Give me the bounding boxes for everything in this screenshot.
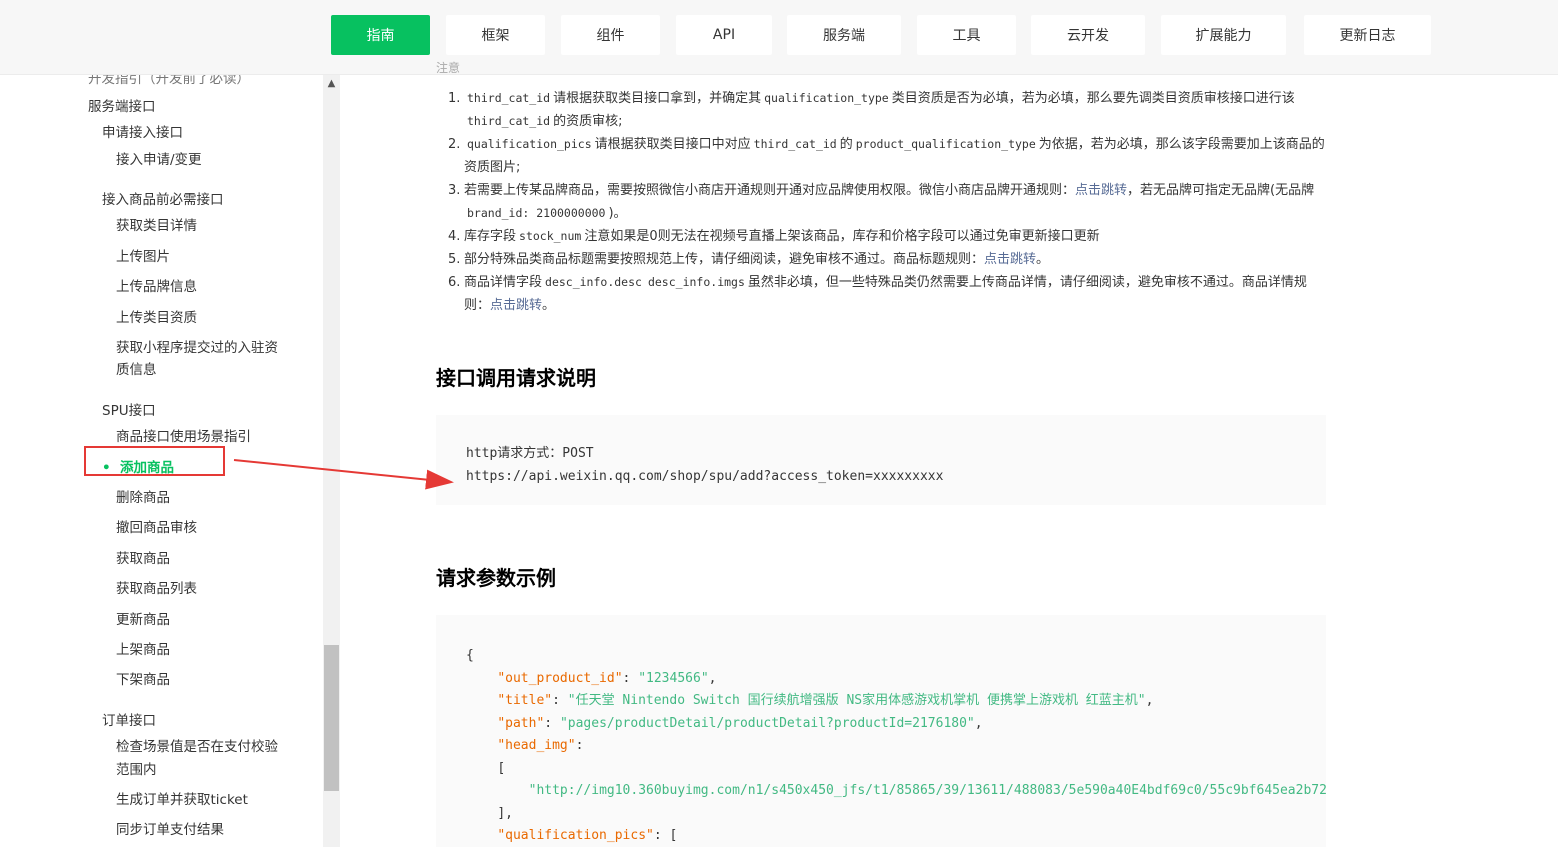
- sidebar-item-get-settle-info-cont[interactable]: 质信息: [116, 358, 157, 378]
- note-text: 库存字段: [464, 229, 517, 244]
- code-line: ],: [497, 805, 513, 821]
- request-method-line: http请求方式：POST: [466, 446, 594, 461]
- nav-tab-tools[interactable]: 工具: [917, 15, 1016, 55]
- code-line: [: [497, 760, 506, 776]
- scroll-up-icon[interactable]: ▲: [323, 78, 340, 90]
- note-text: 。: [542, 298, 556, 313]
- note-text: 类目资质是否为必填，若为必填，那么要先调类目资质审核接口进行该: [891, 91, 1295, 106]
- note-number: 3.: [448, 183, 461, 198]
- sidebar-item-upload-brand[interactable]: 上传品牌信息: [116, 275, 197, 295]
- code-line: "head_img":: [497, 738, 584, 753]
- sidebar-scrollbar[interactable]: ▲: [323, 75, 340, 847]
- note-text: 若需要上传某品牌商品，需要按照微信小商店开通规则开通对应品牌使用权限。微信小商店…: [464, 183, 1076, 198]
- example-code-block: { "out_product_id": "1234566", "title": …: [436, 615, 1326, 847]
- sidebar-group-spu[interactable]: SPU接口: [102, 399, 156, 419]
- sidebar-item-revoke-audit[interactable]: 撤回商品审核: [116, 516, 197, 536]
- sidebar-item-check-scene-cont[interactable]: 范围内: [116, 758, 157, 778]
- jump-link[interactable]: 点击跳转: [490, 298, 542, 313]
- inline-code: qualification_type: [764, 91, 889, 105]
- section-title-request: 接口调用请求说明: [436, 366, 596, 390]
- note-text: )。: [608, 206, 627, 221]
- note-text: ，若无品牌可指定无品牌(无品牌: [1127, 183, 1315, 198]
- code-line: "path": "pages/productDetail/productDeta…: [497, 715, 983, 731]
- cut-heading: 注意: [436, 61, 461, 75]
- sidebar-item-category-detail[interactable]: 获取类目详情: [116, 214, 197, 234]
- nav-tab-framework[interactable]: 框架: [446, 15, 545, 55]
- nav-tab-components[interactable]: 组件: [561, 15, 660, 55]
- note-number: 5.: [448, 252, 461, 267]
- sidebar-item-required-apis[interactable]: 接入商品前必需接口: [102, 188, 224, 208]
- jump-link[interactable]: 点击跳转: [984, 252, 1036, 267]
- sidebar-item-apply-change[interactable]: 接入申请/变更: [116, 148, 202, 168]
- inline-code: brand_id: 2100000000: [467, 206, 606, 220]
- note-item: 4. 库存字段 stock_num 注意如果是0则无法在视频号直播上架该商品，库存和价…: [436, 225, 1326, 248]
- sidebar-item-delete-product[interactable]: 删除商品: [116, 486, 170, 506]
- nav-tab-guide[interactable]: 指南: [331, 15, 430, 55]
- sidebar-item-apply-access[interactable]: 申请接入接口: [102, 121, 183, 141]
- scrollbar-thumb[interactable]: [324, 645, 339, 791]
- sidebar-item-upload-qualification[interactable]: 上传类目资质: [116, 306, 197, 326]
- note-item: 6. 商品详情字段 desc_info.desc desc_info.imgs 虽然非必…: [436, 271, 1326, 317]
- sidebar-group-order[interactable]: 订单接口: [102, 709, 156, 729]
- request-url-line: https://api.weixin.qq.com/shop/spu/add?a…: [466, 468, 944, 484]
- note-text: 。: [1036, 252, 1050, 267]
- annotation-highlight-box: [84, 446, 225, 476]
- note-text: 注意如果是0则无法在视频号直播上架该商品，库存和价格字段可以通过免审更新接口更新: [584, 229, 1100, 244]
- sidebar-group-server-api[interactable]: 服务端接口: [88, 95, 156, 115]
- top-navigation: 指南 框架 组件 API 服务端 工具 云开发 扩展能力 更新日志: [0, 0, 1558, 75]
- note-number: 1.: [448, 91, 461, 106]
- sidebar-item-list-product[interactable]: 上架商品: [116, 638, 170, 658]
- code-line: "title": "任天堂 Nintendo Switch 国行续航增强版 NS…: [497, 693, 1154, 708]
- nav-tab-extensions[interactable]: 扩展能力: [1161, 15, 1286, 55]
- inline-code: third_cat_id: [467, 114, 551, 128]
- inline-code: third_cat_id: [467, 91, 551, 105]
- note-item: 3. 若需要上传某品牌商品，需要按照微信小商店开通规则开通对应品牌使用权限。微信小…: [436, 179, 1326, 225]
- inline-code: stock_num: [519, 229, 582, 243]
- nav-tab-server[interactable]: 服务端: [787, 15, 901, 55]
- code-line: "out_product_id": "1234566",: [497, 670, 717, 686]
- note-item: 2. qualification_pics 请根据获取类目接口中对应 third_ca…: [436, 133, 1326, 179]
- sidebar-item-upload-image[interactable]: 上传图片: [116, 245, 170, 265]
- note-number: 4.: [448, 229, 461, 244]
- section-title-example: 请求参数示例: [436, 566, 556, 590]
- code-line: "http://img10.360buyimg.com/n1/s450x450_…: [528, 783, 1326, 798]
- sidebar-item-usage-guide[interactable]: 商品接口使用场景指引: [116, 425, 251, 445]
- note-text: 商品详情字段: [464, 275, 543, 290]
- sidebar-item-delist-product[interactable]: 下架商品: [116, 668, 170, 688]
- main-content: 注意 1. third_cat_id 请根据获取类目接口拿到，并确定其 qualifi…: [340, 61, 1558, 847]
- inline-code: desc_info.imgs: [647, 275, 745, 289]
- note-number: 6.: [448, 275, 461, 290]
- nav-tab-cloud-dev[interactable]: 云开发: [1031, 15, 1145, 55]
- note-text: 请根据获取类目接口中对应: [594, 137, 751, 152]
- note-number: 2.: [448, 137, 461, 152]
- note-text: 的: [839, 137, 853, 152]
- note-text: 部分特殊品类商品标题需要按照规范上传，请仔细阅读，避免审核不通过。商品标题规则：: [464, 252, 985, 267]
- sidebar-item-get-product[interactable]: 获取商品: [116, 547, 170, 567]
- note-item: 5. 部分特殊品类商品标题需要按照规范上传，请仔细阅读，避免审核不通过。商品标题规…: [436, 248, 1326, 271]
- sidebar-item-get-settle-info[interactable]: 获取小程序提交过的入驻资: [116, 336, 278, 356]
- sidebar-item-sync-pay[interactable]: 同步订单支付结果: [116, 818, 224, 838]
- nav-tab-api[interactable]: API: [676, 15, 772, 55]
- jump-link[interactable]: 点击跳转: [1075, 183, 1127, 198]
- inline-code: qualification_pics: [467, 137, 592, 151]
- sidebar-item-cut[interactable]: 开发指引（开发前了必读）: [88, 75, 250, 87]
- sidebar-item-check-scene[interactable]: 检查场景值是否在支付校验: [116, 735, 278, 755]
- request-code-block: http请求方式：POST https://api.weixin.qq.com/…: [436, 415, 1326, 505]
- note-text: 的资质审核;: [553, 114, 623, 129]
- notes-list: 1. third_cat_id 请根据获取类目接口拿到，并确定其 qualificat…: [436, 87, 1326, 317]
- nav-tab-changelog[interactable]: 更新日志: [1304, 15, 1431, 55]
- sidebar-item-get-product-list[interactable]: 获取商品列表: [116, 577, 197, 597]
- inline-code: third_cat_id: [753, 137, 837, 151]
- inline-code: desc_info.desc: [545, 275, 642, 289]
- sidebar-item-create-order[interactable]: 生成订单并获取ticket: [116, 788, 248, 808]
- code-open-brace: {: [466, 648, 474, 663]
- note-text: 请根据获取类目接口拿到，并确定其: [553, 91, 762, 106]
- code-line: "qualification_pics": [: [497, 828, 678, 843]
- sidebar-item-update-product[interactable]: 更新商品: [116, 608, 170, 628]
- inline-code: product_qualification_type: [855, 137, 1036, 151]
- note-item: 1. third_cat_id 请根据获取类目接口拿到，并确定其 qualificat…: [436, 87, 1326, 133]
- sidebar: 开发指引（开发前了必读） 服务端接口 申请接入接口 接入申请/变更 接入商品前必…: [0, 75, 340, 847]
- example-code: { "out_product_id": "1234566", "title": …: [466, 645, 1326, 847]
